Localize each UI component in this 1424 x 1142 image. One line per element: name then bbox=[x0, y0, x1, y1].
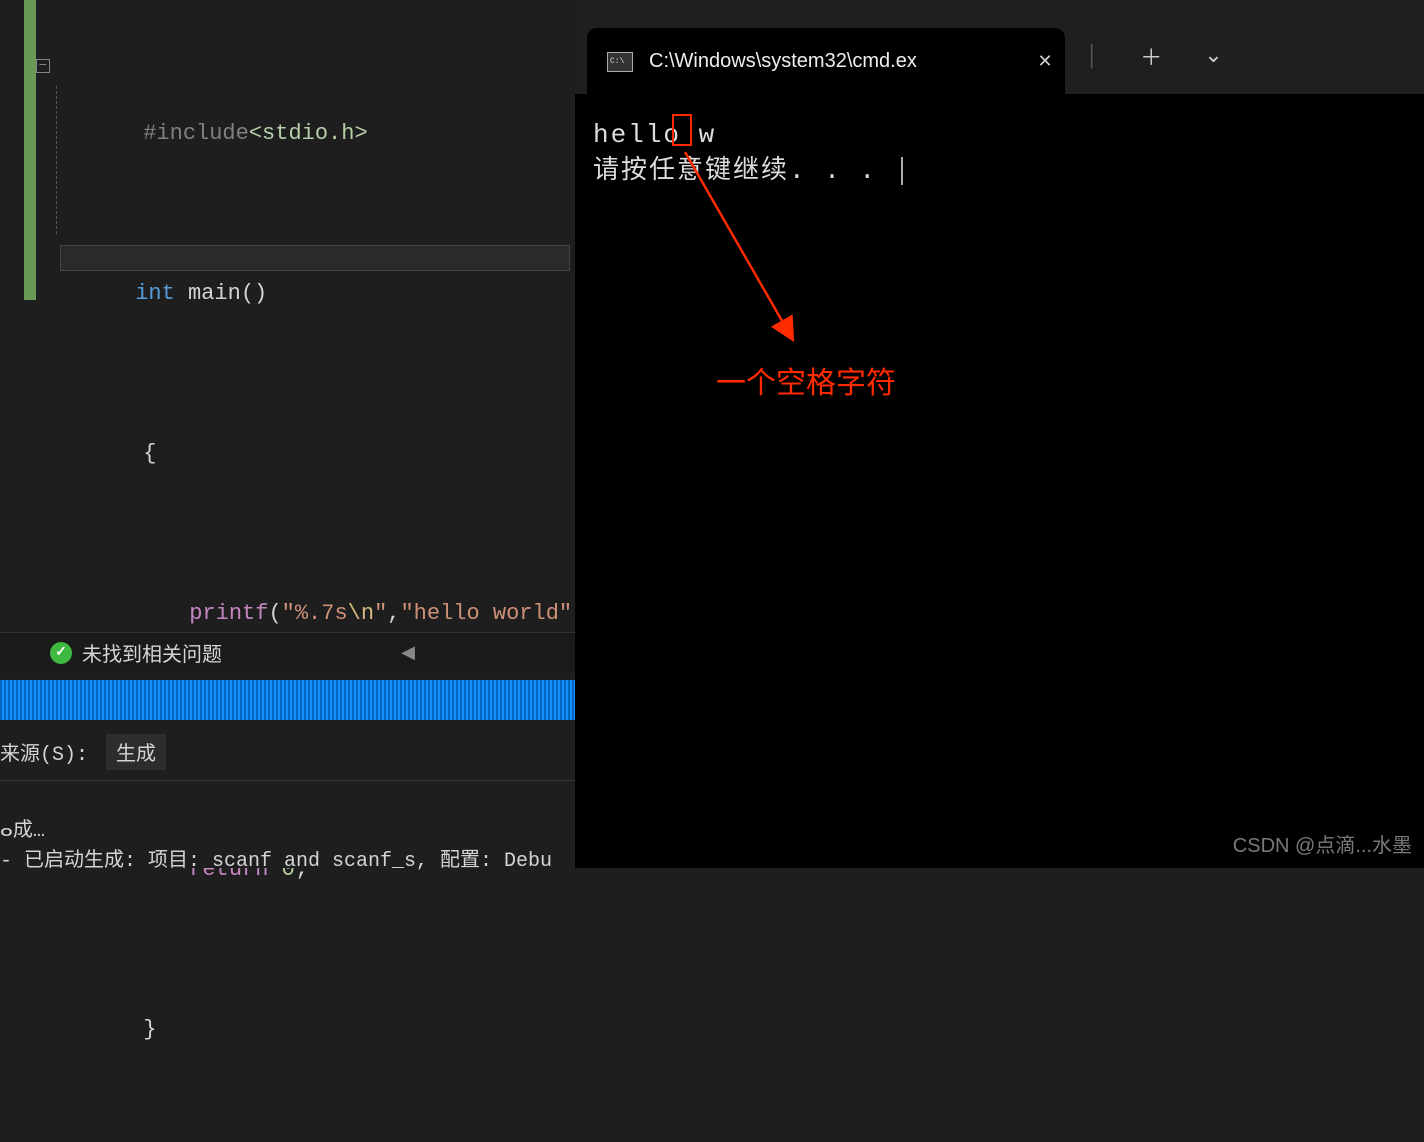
output-line-2: - 已启动生成: 项目: scanf and scanf_s, 配置: Debu bbox=[0, 850, 552, 873]
func-main: main bbox=[175, 281, 241, 306]
preproc-include: #include bbox=[143, 121, 249, 146]
annotation-label: 一个空格字符 bbox=[716, 358, 896, 402]
output-source-combo[interactable]: 生成 bbox=[106, 734, 166, 770]
code-editor-pane: − #include<stdio.h> int main() { printf(… bbox=[0, 0, 575, 868]
editor-gutter bbox=[24, 0, 36, 300]
new-tab-button[interactable]: ＋ bbox=[1140, 40, 1162, 72]
terminal-window: C:\ C:\Windows\system32\cmd.ex ✕ │ ＋ ⌄ h… bbox=[575, 0, 1424, 868]
check-icon: ✓ bbox=[50, 642, 72, 664]
tab-actions: │ ＋ ⌄ bbox=[1085, 40, 1223, 72]
status-bar: ✓ 未找到相关问题 ◀ bbox=[0, 632, 575, 672]
terminal-output-2: 请按任意键继续. . . bbox=[593, 156, 895, 186]
collapse-left-icon[interactable]: ◀ bbox=[401, 642, 415, 664]
kw-int: int bbox=[135, 281, 175, 306]
output-panel: 来源(S): 生成 ⴰ成… - 已启动生成: 项目: scanf and sca… bbox=[0, 726, 575, 868]
brace-close: } bbox=[143, 1017, 156, 1042]
build-progress-bar bbox=[0, 680, 575, 720]
terminal-tab-title: C:\Windows\system32\cmd.ex bbox=[649, 50, 1009, 73]
brace-open: { bbox=[143, 441, 156, 466]
code-area[interactable]: #include<stdio.h> int main() { printf("%… bbox=[38, 22, 599, 1142]
escape-n: \n bbox=[348, 601, 374, 626]
terminal-tab[interactable]: C:\ C:\Windows\system32\cmd.ex ✕ bbox=[587, 28, 1065, 95]
close-icon[interactable]: ✕ bbox=[1025, 51, 1065, 72]
watermark: CSDN @点滴...水墨 bbox=[1233, 829, 1412, 858]
output-source-label: 来源(S): bbox=[0, 737, 88, 767]
include-file: <stdio.h> bbox=[249, 121, 368, 146]
str-fmt-a: "%.7s bbox=[282, 601, 348, 626]
status-text: 未找到相关问题 bbox=[82, 638, 222, 668]
divider: │ bbox=[1085, 44, 1098, 69]
cursor-icon bbox=[901, 157, 903, 185]
cmd-icon: C:\ bbox=[607, 52, 633, 72]
str-arg: "hello world" bbox=[400, 601, 572, 626]
terminal-output-1: hello w bbox=[593, 120, 716, 150]
annotation-highlight-box bbox=[672, 114, 692, 146]
output-line-1: ⴰ成… bbox=[0, 820, 45, 843]
paren-open: ( bbox=[268, 601, 281, 626]
parens: () bbox=[241, 281, 267, 306]
tab-dropdown-icon[interactable]: ⌄ bbox=[1204, 43, 1222, 69]
terminal-body[interactable]: hello w 请按任意键继续. . . bbox=[575, 95, 1424, 211]
call-printf: printf bbox=[189, 601, 268, 626]
comma: , bbox=[387, 601, 400, 626]
terminal-titlebar: C:\ C:\Windows\system32\cmd.ex ✕ │ ＋ ⌄ bbox=[575, 0, 1424, 95]
str-fmt-b: " bbox=[374, 601, 387, 626]
